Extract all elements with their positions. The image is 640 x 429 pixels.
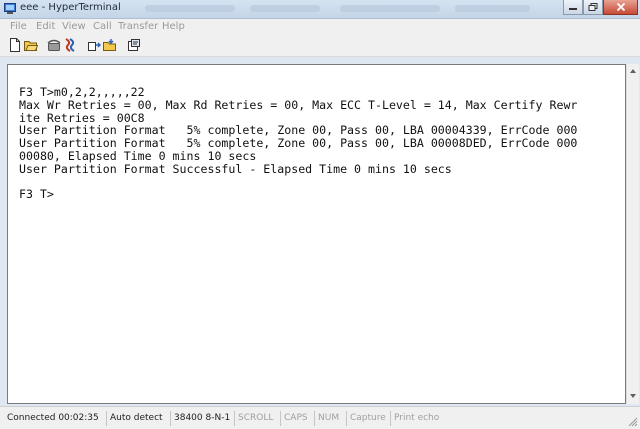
menu-transfer[interactable]: Transfer — [118, 21, 158, 32]
background-taskbar-blur — [145, 5, 235, 12]
restore-icon — [588, 3, 598, 11]
window-title: eee - HyperTerminal — [20, 2, 121, 13]
resize-grip-icon[interactable] — [628, 417, 638, 427]
open-folder-icon[interactable] — [24, 38, 38, 52]
menu-edit[interactable]: Edit — [36, 21, 55, 32]
phone-connect-icon[interactable] — [47, 38, 61, 52]
terminal-screen[interactable]: F3 T>m0,2,2,,,,,22 Max Wr Retries = 00, … — [7, 64, 626, 404]
menu-view[interactable]: View — [62, 21, 86, 32]
hyperterminal-app-icon — [4, 3, 16, 14]
status-capture: Capture — [346, 411, 388, 426]
status-port-settings: 38400 8-N-1 — [170, 411, 232, 426]
status-scroll: SCROLL — [234, 411, 278, 426]
title-bar[interactable]: eee - HyperTerminal — [0, 0, 640, 19]
terminal-line: User Partition Format Successful - Elaps… — [19, 161, 452, 176]
scroll-up-arrow-icon[interactable] — [627, 65, 639, 77]
menu-call[interactable]: Call — [93, 21, 112, 32]
maximize-button[interactable] — [583, 0, 603, 15]
new-document-icon[interactable] — [8, 38, 22, 52]
close-icon — [616, 2, 625, 12]
menu-bar: File Edit View Call Transfer Help — [0, 19, 640, 35]
minimize-button[interactable] — [563, 0, 583, 15]
send-file-icon[interactable] — [87, 38, 101, 52]
terminal-prompt: F3 T> — [19, 187, 54, 202]
background-taskbar-blur — [455, 5, 530, 12]
status-num: NUM — [314, 411, 344, 426]
menu-file[interactable]: File — [10, 21, 27, 32]
menu-help[interactable]: Help — [162, 21, 185, 32]
vertical-scrollbar[interactable] — [626, 64, 639, 404]
terminal-output: F3 T>m0,2,2,,,,,22 Max Wr Retries = 00, … — [19, 86, 577, 201]
close-button[interactable] — [603, 0, 638, 15]
properties-icon[interactable] — [127, 38, 141, 52]
status-caps: CAPS — [280, 411, 312, 426]
status-connection-time: Connected 00:02:35 — [7, 413, 99, 423]
status-print-echo: Print echo — [390, 411, 446, 426]
hyperterminal-window: eee - HyperTerminal File Edit View Call … — [0, 0, 640, 429]
toolbar — [0, 35, 640, 57]
disconnect-icon[interactable] — [63, 38, 77, 52]
status-bar: Connected 00:02:35 Auto detect 38400 8-N… — [0, 406, 640, 429]
minimize-icon — [569, 8, 577, 10]
scroll-down-arrow-icon[interactable] — [627, 390, 639, 402]
background-taskbar-blur — [340, 5, 440, 12]
background-taskbar-blur — [250, 5, 320, 12]
receive-file-icon[interactable] — [103, 38, 117, 52]
status-auto-detect: Auto detect — [106, 411, 168, 426]
